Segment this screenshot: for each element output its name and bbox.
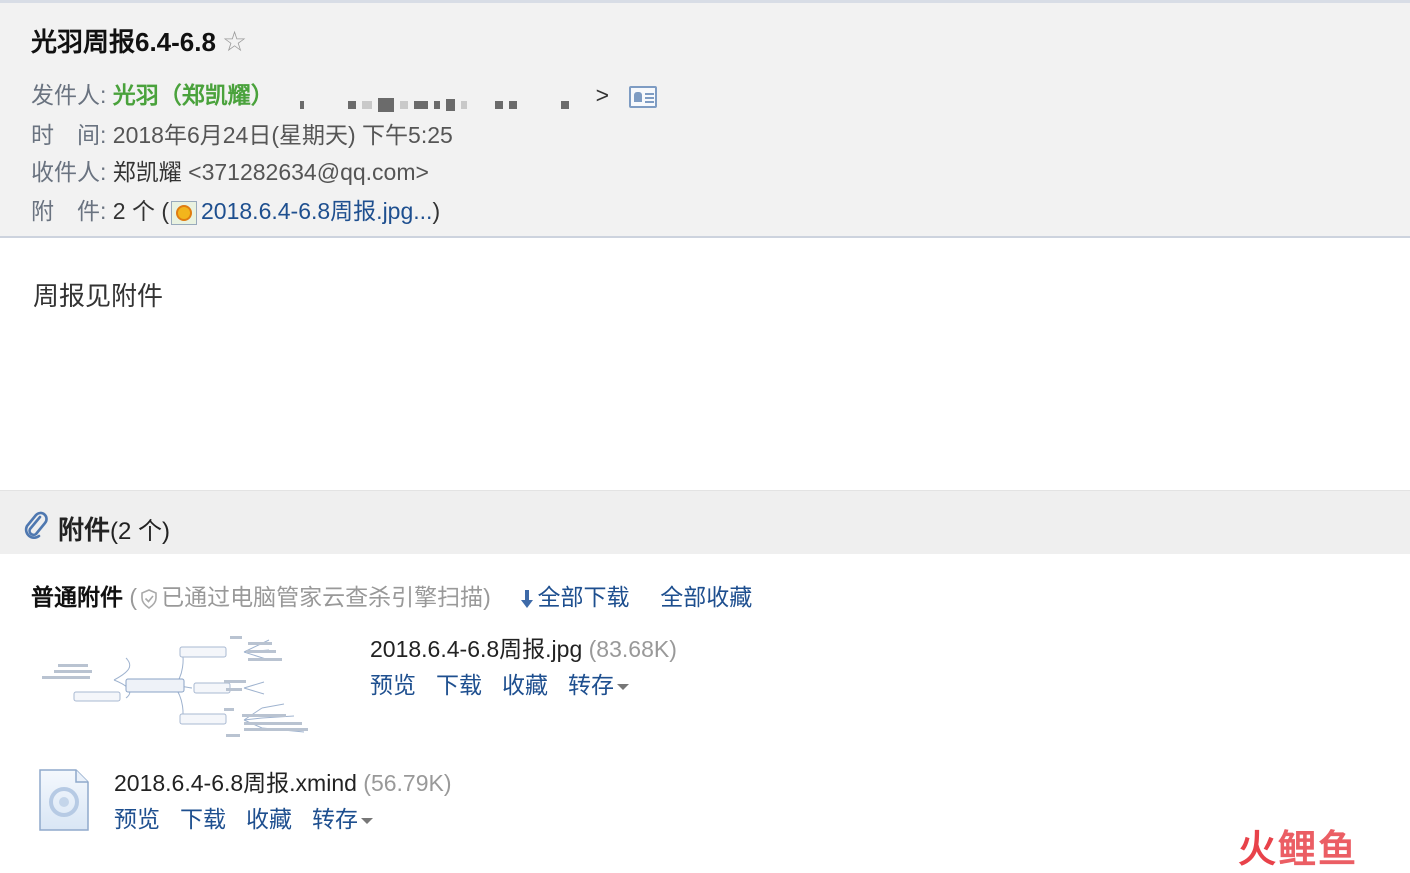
file-2-save-to-button[interactable]: 转存 (312, 806, 373, 832)
watermark-part-1: 火 (1238, 829, 1279, 871)
time-value: 2018年6月24日(星期天) 下午5:25 (112, 122, 453, 148)
email-body-text: 周报见附件 (33, 281, 164, 311)
download-all-label: 全部下载 (537, 584, 630, 610)
collect-all-button[interactable]: 全部收藏 (660, 584, 752, 610)
star-icon[interactable]: ☆ (222, 26, 247, 57)
attachments-title-text: 附件 (58, 515, 111, 545)
shield-icon (141, 589, 157, 609)
file-1-size: (83.68K) (588, 636, 677, 662)
file-1-name[interactable]: 2018.6.4-6.8周报.jpg (83.68K) (370, 630, 677, 664)
recipient-email: <371282634@qq.com> (188, 159, 429, 185)
scan-open-paren: ( (129, 584, 138, 610)
xmind-file-icon[interactable] (38, 768, 90, 832)
file-1-collect-button[interactable]: 收藏 (502, 672, 548, 698)
attachments-count: (2 个) (110, 518, 171, 545)
watermark-part-2: 鲤鱼 (1278, 829, 1359, 871)
file-2-download-button[interactable]: 下载 (180, 806, 226, 832)
recipient-name[interactable]: 郑凯耀 (113, 159, 182, 185)
attachments-title: 附件(2 个) (58, 510, 170, 547)
file-1-download-button[interactable]: 下载 (436, 672, 482, 698)
masked-email-address (300, 90, 575, 112)
file-1-save-to-button[interactable]: 转存 (568, 672, 629, 698)
sender-label: 发件人: (31, 82, 107, 108)
time-label: 时 间: (31, 122, 107, 148)
normal-attachments-line: 普通附件 ( 已通过电脑管家云查杀引擎扫描) 全部下载 全部收藏 (31, 578, 752, 612)
caret-down-icon (361, 817, 373, 824)
file-1-save-to-label: 转存 (568, 672, 614, 698)
file-2-collect-button[interactable]: 收藏 (246, 806, 292, 832)
attachment-label: 附 件: (31, 198, 107, 224)
file-2-actions: 预览 下载 收藏 转存 (114, 800, 373, 834)
paperclip-icon (24, 511, 48, 539)
download-arrow-icon (520, 589, 533, 608)
sender-close-bracket: > (595, 82, 609, 108)
attachment-first-link[interactable]: 2018.6.4-6.8周报.jpg... (201, 198, 432, 224)
scan-status-text: 已通过电脑管家云查杀引擎扫描 (161, 584, 484, 610)
attachment-count: 2 个 ( (112, 198, 170, 224)
file-1-actions: 预览 下载 收藏 转存 (370, 666, 629, 700)
mindmap-thumbnail[interactable] (34, 628, 352, 740)
download-all-button[interactable]: 全部下载 (520, 584, 630, 610)
image-file-icon (171, 200, 198, 225)
attachments-header-bar (0, 490, 1410, 554)
attachment-row: 附 件: 2 个 ( 2018.6.4-6.8周报.jpg...) (31, 192, 440, 226)
subject-text: 光羽周报6.4-6.8 (31, 27, 216, 57)
scan-close-paren: ) (483, 584, 491, 610)
file-2-save-to-label: 转存 (312, 806, 358, 832)
attachment-close-paren: ) (432, 198, 441, 224)
caret-down-icon (617, 683, 629, 690)
file-2-size: (56.79K) (363, 770, 452, 796)
sender-row: 发件人: 光羽（郑凯耀） > (31, 76, 658, 112)
normal-attachments-label: 普通附件 (31, 584, 123, 610)
time-row: 时 间: 2018年6月24日(星期天) 下午5:25 (31, 116, 453, 150)
recipient-row: 收件人: 郑凯耀 <371282634@qq.com> (31, 153, 429, 187)
sender-name[interactable]: 光羽（郑凯耀） (113, 82, 274, 108)
file-2-preview-button[interactable]: 预览 (114, 806, 160, 832)
email-subject: 光羽周报6.4-6.8 ☆ (31, 22, 247, 59)
file-2-name[interactable]: 2018.6.4-6.8周报.xmind (56.79K) (114, 764, 452, 798)
file-1-preview-button[interactable]: 预览 (370, 672, 416, 698)
recipient-label: 收件人: (31, 159, 107, 185)
file-1-name-text: 2018.6.4-6.8周报.jpg (370, 636, 583, 662)
file-2-name-text: 2018.6.4-6.8周报.xmind (114, 770, 357, 796)
contact-card-icon[interactable] (629, 85, 658, 108)
watermark-logo: 火鲤鱼 (1238, 818, 1358, 873)
